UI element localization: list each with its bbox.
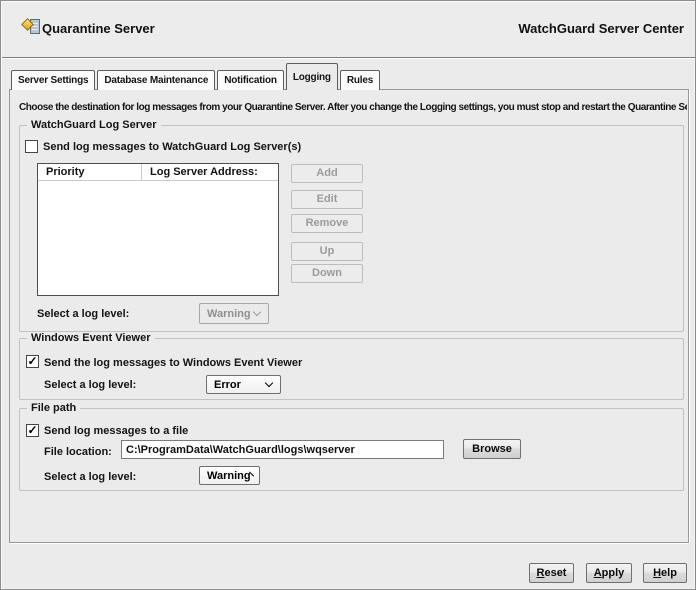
log-server-table[interactable]: Priority Log Server Address: — [37, 163, 279, 296]
browse-button[interactable]: Browse — [463, 439, 521, 459]
log-level-label-wev: Select a log level: — [44, 379, 137, 391]
file-location-label: File location: — [44, 446, 112, 458]
log-level-select-wls[interactable]: Warning — [199, 303, 269, 324]
up-button[interactable]: Up — [291, 242, 363, 261]
file-location-input[interactable] — [121, 440, 444, 459]
log-level-label-wls: Select a log level: — [37, 308, 130, 320]
send-to-log-server-label: Send log messages to WatchGuard Log Serv… — [43, 141, 302, 153]
column-log-server-address: Log Server Address: — [150, 166, 258, 178]
header-bar: Quarantine Server WatchGuard Server Cent… — [2, 2, 695, 58]
tab-logging[interactable]: Logging — [285, 63, 338, 90]
log-level-value-wls: Warning — [207, 307, 251, 320]
logging-description: Choose the destination for log messages … — [19, 102, 687, 113]
log-level-select-file[interactable]: Warning — [199, 466, 260, 485]
group-label: Windows Event Viewer — [27, 332, 155, 344]
apply-button-label: Apply — [593, 567, 625, 579]
log-level-label-file: Select a log level: — [44, 471, 137, 483]
log-level-select-wev[interactable]: Error — [206, 375, 281, 394]
help-button[interactable]: Help — [643, 563, 687, 583]
add-button[interactable]: Add — [291, 164, 363, 183]
tab-notification[interactable]: Notification — [217, 70, 284, 90]
page-title: Quarantine Server — [42, 21, 155, 36]
quarantine-server-window: Quarantine Server WatchGuard Server Cent… — [0, 0, 696, 590]
reset-button-label: Reset — [536, 567, 567, 579]
group-label: WatchGuard Log Server — [27, 119, 161, 131]
tab-bar: Server Settings Database Maintenance Not… — [11, 63, 381, 90]
column-priority: Priority — [38, 164, 142, 180]
browse-button-label: Browse — [472, 443, 512, 455]
log-server-table-header: Priority Log Server Address: — [38, 164, 278, 181]
send-to-event-viewer-label: Send the log messages to Windows Event V… — [44, 357, 303, 369]
remove-button[interactable]: Remove — [291, 214, 363, 233]
quarantine-server-icon — [21, 17, 41, 37]
tab-database-maintenance[interactable]: Database Maintenance — [97, 70, 216, 90]
log-level-value-file: Warning — [207, 469, 251, 482]
send-to-file-label: Send log messages to a file — [44, 425, 189, 437]
down-button[interactable]: Down — [291, 264, 363, 283]
chevron-down-icon — [264, 378, 274, 388]
edit-button[interactable]: Edit — [291, 190, 363, 209]
tab-rules[interactable]: Rules — [339, 70, 381, 90]
check-icon: ✓ — [27, 423, 38, 437]
reset-button[interactable]: Reset — [529, 563, 574, 583]
send-to-file-checkbox[interactable]: ✓ — [26, 424, 39, 437]
chevron-down-icon — [252, 307, 262, 317]
send-to-log-server-checkbox[interactable] — [25, 140, 38, 153]
help-button-label: Help — [653, 567, 677, 579]
group-label: File path — [27, 402, 81, 414]
apply-button[interactable]: Apply — [586, 563, 632, 583]
server-center-title: WatchGuard Server Center — [518, 21, 684, 36]
check-icon: ✓ — [27, 354, 38, 368]
tab-server-settings[interactable]: Server Settings — [11, 70, 96, 90]
send-to-event-viewer-checkbox[interactable]: ✓ — [26, 355, 39, 368]
log-level-value-wev: Error — [214, 378, 241, 391]
